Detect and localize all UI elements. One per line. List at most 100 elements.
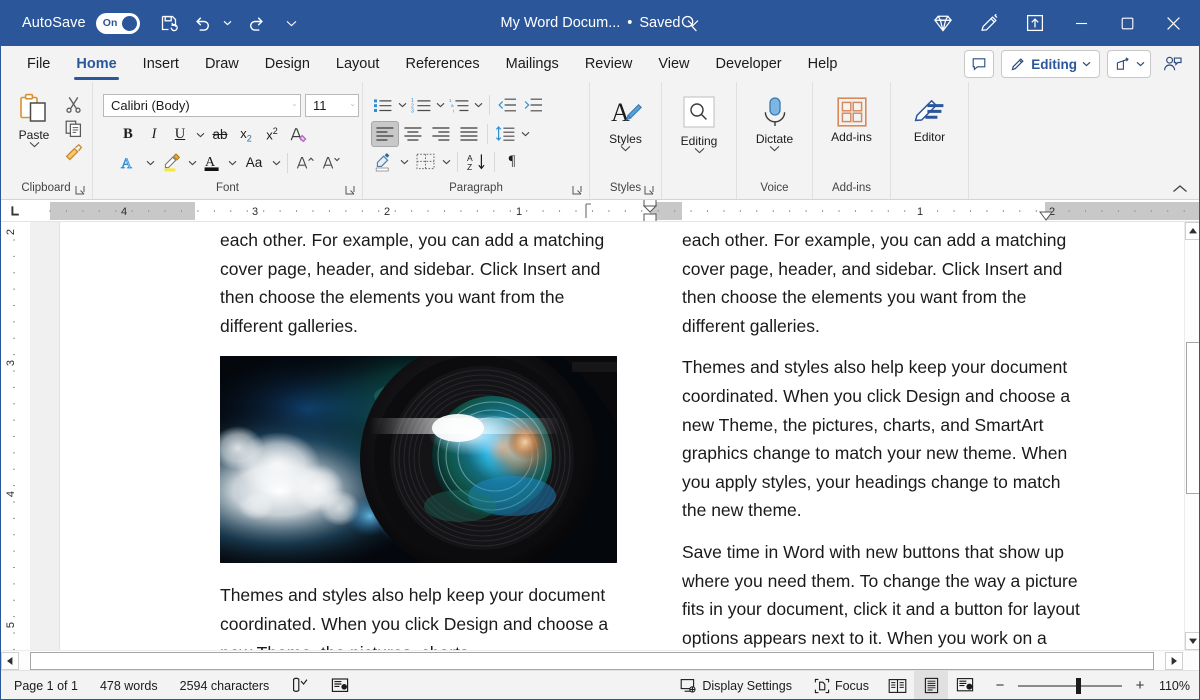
read-mode-button[interactable] [880,671,914,700]
change-case-chevron-down-icon[interactable] [269,151,283,175]
tab-home[interactable]: Home [63,46,129,82]
copy-button[interactable] [60,116,86,140]
redo-icon[interactable] [240,6,274,40]
font-size-input[interactable]: 11 [305,94,359,117]
editing-mode-button[interactable]: Editing [1001,50,1100,78]
camera-lens-photo[interactable] [220,356,617,563]
change-case-button[interactable]: Aa [239,151,269,175]
display-settings-button[interactable]: Display Settings [669,671,803,700]
copilot-diamond-icon[interactable] [920,0,966,46]
page-indicator[interactable]: Page 1 of 1 [0,671,89,700]
paste-dropdown-caret-icon[interactable] [29,141,40,148]
accessibility-checker-icon[interactable] [320,671,360,700]
underline-chevron-down-icon[interactable] [193,123,207,147]
highlight-chevron-down-icon[interactable] [185,151,199,175]
save-to-cloud-icon[interactable] [152,6,186,40]
dictate-button[interactable]: Dictate [746,94,804,152]
font-name-input[interactable]: Calibri (Body) [103,94,301,117]
horizontal-ruler[interactable]: 432112 [0,200,1200,222]
tab-help[interactable]: Help [795,46,851,82]
customize-quick-access-toolbar-icon[interactable] [284,6,300,40]
web-layout-button[interactable] [948,671,982,700]
tab-design[interactable]: Design [252,46,323,82]
decrease-indent-button[interactable] [494,93,520,117]
horizontal-scrollbar[interactable] [0,650,1200,670]
search-icon[interactable] [672,6,706,40]
font-size-chevron-down-icon[interactable] [345,102,354,108]
align-left-button[interactable] [371,121,399,147]
tab-references[interactable]: References [392,46,492,82]
paragraph[interactable]: Save time in Word with new buttons that … [682,538,1082,650]
numbering-button[interactable]: 123 [409,93,433,117]
bullets-button[interactable] [371,93,395,117]
maximize-icon[interactable] [1104,0,1150,46]
paragraph[interactable]: Themes and styles also help keep your do… [220,581,620,650]
zoom-out-button[interactable]: − [990,671,1010,700]
clear-formatting-button[interactable] [285,123,313,147]
justify-button[interactable] [455,121,483,147]
bold-button[interactable]: B [115,123,141,147]
tab-layout[interactable]: Layout [323,46,393,82]
print-layout-button[interactable] [914,671,948,700]
text-effects-button[interactable]: A [115,151,143,175]
autosave-toggle[interactable]: On [96,13,140,34]
horizontal-scroll-thumb[interactable] [30,652,1154,670]
scroll-right-arrow-icon[interactable] [1165,652,1183,670]
text-highlight-color-button[interactable] [157,151,185,175]
bullets-chevron-down-icon[interactable] [395,93,409,117]
italic-button[interactable]: I [141,123,167,147]
sort-button[interactable]: AZ [462,150,490,174]
strikethrough-button[interactable]: ab [207,123,233,147]
scroll-left-arrow-icon[interactable] [1,652,19,670]
editor-button[interactable]: Editor [901,94,959,144]
format-painter-button[interactable] [60,140,86,164]
word-count[interactable]: 478 words [89,671,169,700]
tab-mailings[interactable]: Mailings [493,46,572,82]
align-center-button[interactable] [399,121,427,147]
numbering-chevron-down-icon[interactable] [433,93,447,117]
zoom-slider-thumb[interactable] [1076,678,1081,694]
paragraph[interactable]: Themes and styles also help keep your do… [682,353,1082,525]
borders-button[interactable] [411,150,439,174]
close-icon[interactable] [1150,0,1196,46]
line-spacing-chevron-down-icon[interactable] [518,122,532,146]
shading-button[interactable] [371,150,397,174]
superscript-button[interactable]: x2 [259,123,285,147]
tab-draw[interactable]: Draw [192,46,252,82]
tab-insert[interactable]: Insert [130,46,192,82]
borders-chevron-down-icon[interactable] [439,150,453,174]
share-button[interactable] [1107,50,1151,78]
paragraph[interactable]: each other. For example, you can add a m… [220,226,620,340]
shrink-font-button[interactable] [318,151,344,175]
tab-review[interactable]: Review [572,46,646,82]
underline-button[interactable]: U [167,123,193,147]
zoom-level[interactable]: 110% [1158,679,1200,693]
document-right-column[interactable]: each other. For example, you can add a m… [682,222,1082,650]
line-spacing-button[interactable] [492,122,518,146]
paragraph-dialog-launcher-icon[interactable] [571,184,583,196]
tab-view[interactable]: View [645,46,702,82]
comment-icon[interactable] [964,50,994,78]
zoom-in-button[interactable]: + [1130,671,1150,700]
align-right-button[interactable] [427,121,455,147]
subscript-button[interactable]: x2 [233,123,259,147]
paragraph[interactable]: each other. For example, you can add a m… [682,226,1082,340]
undo-dropdown-caret-icon[interactable] [220,6,236,40]
vertical-scroll-thumb[interactable] [1186,342,1200,494]
pen-highlight-icon[interactable] [966,0,1012,46]
multilevel-chevron-down-icon[interactable] [471,93,485,117]
styles-button[interactable]: A Styles [597,94,655,152]
share-upload-icon[interactable] [1012,0,1058,46]
minimize-icon[interactable] [1058,0,1104,46]
ruler-track[interactable]: 432112 [30,200,1200,222]
tab-developer[interactable]: Developer [703,46,795,82]
character-count[interactable]: 2594 characters [169,671,281,700]
document-left-column[interactable]: each other. For example, you can add a m… [220,222,620,650]
vertical-scrollbar[interactable] [1184,222,1200,650]
clipboard-dialog-launcher-icon[interactable] [74,184,86,196]
styles-dropdown-caret-icon[interactable] [620,145,631,152]
grow-font-button[interactable] [292,151,318,175]
focus-button[interactable]: Focus [803,671,880,700]
styles-dialog-launcher-icon[interactable] [643,184,655,196]
shading-chevron-down-icon[interactable] [397,150,411,174]
